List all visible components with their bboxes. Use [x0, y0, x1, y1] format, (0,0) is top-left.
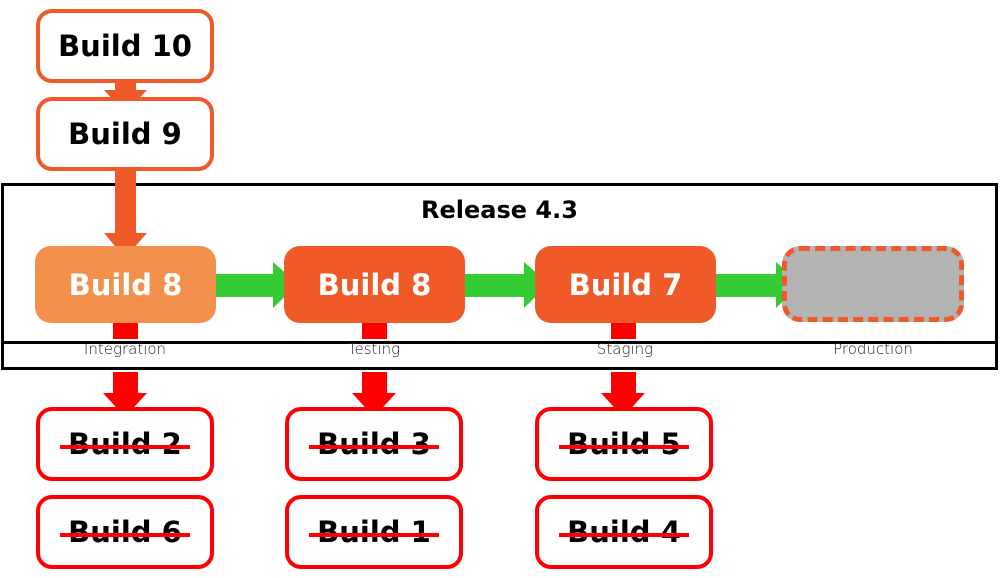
reject-stem-testing: [362, 322, 387, 339]
reject-stem-integration: [113, 322, 138, 339]
strikethrough: [309, 445, 439, 450]
rejected-build[interactable]: Build 6: [36, 495, 214, 569]
stage-box-testing[interactable]: Build 8: [284, 246, 465, 323]
stage-build-label: Build 7: [568, 267, 683, 302]
stage-label-production: Production: [833, 340, 913, 358]
stage-label-integration: Integration: [83, 340, 167, 358]
rejected-build-label: Build 6: [68, 515, 182, 549]
rejected-build-label: Build 4: [567, 515, 681, 549]
rejected-build[interactable]: Build 1: [285, 495, 463, 569]
rejected-build-label: Build 3: [317, 427, 431, 461]
strikethrough: [60, 445, 190, 450]
stage-label-testing: Testing: [347, 340, 401, 358]
stage-box-production-empty[interactable]: [782, 246, 964, 322]
rejected-build[interactable]: Build 2: [36, 407, 214, 481]
rejected-build[interactable]: Build 3: [285, 407, 463, 481]
rejected-build[interactable]: Build 5: [535, 407, 713, 481]
stage-build-label: Build 8: [68, 267, 183, 302]
rejected-build-label: Build 5: [567, 427, 681, 461]
reject-stem-staging: [611, 322, 636, 339]
strikethrough: [309, 533, 439, 538]
stage-build-label: Build 8: [317, 267, 432, 302]
stage-box-staging[interactable]: Build 7: [535, 246, 716, 323]
queued-build[interactable]: Build 9: [36, 97, 214, 171]
arrow-build9-to-integration: [104, 168, 147, 258]
strikethrough: [60, 533, 190, 538]
strikethrough: [559, 533, 689, 538]
stage-box-integration[interactable]: Build 8: [35, 246, 216, 323]
queued-build[interactable]: Build 10: [36, 9, 214, 83]
rejected-build-label: Build 1: [317, 515, 431, 549]
queued-build-label: Build 10: [58, 29, 192, 63]
strikethrough: [559, 445, 689, 450]
queued-build-label: Build 9: [68, 117, 182, 151]
rejected-build-label: Build 2: [68, 427, 182, 461]
stage-label-staging: Staging: [596, 340, 654, 358]
rejected-build[interactable]: Build 4: [535, 495, 713, 569]
